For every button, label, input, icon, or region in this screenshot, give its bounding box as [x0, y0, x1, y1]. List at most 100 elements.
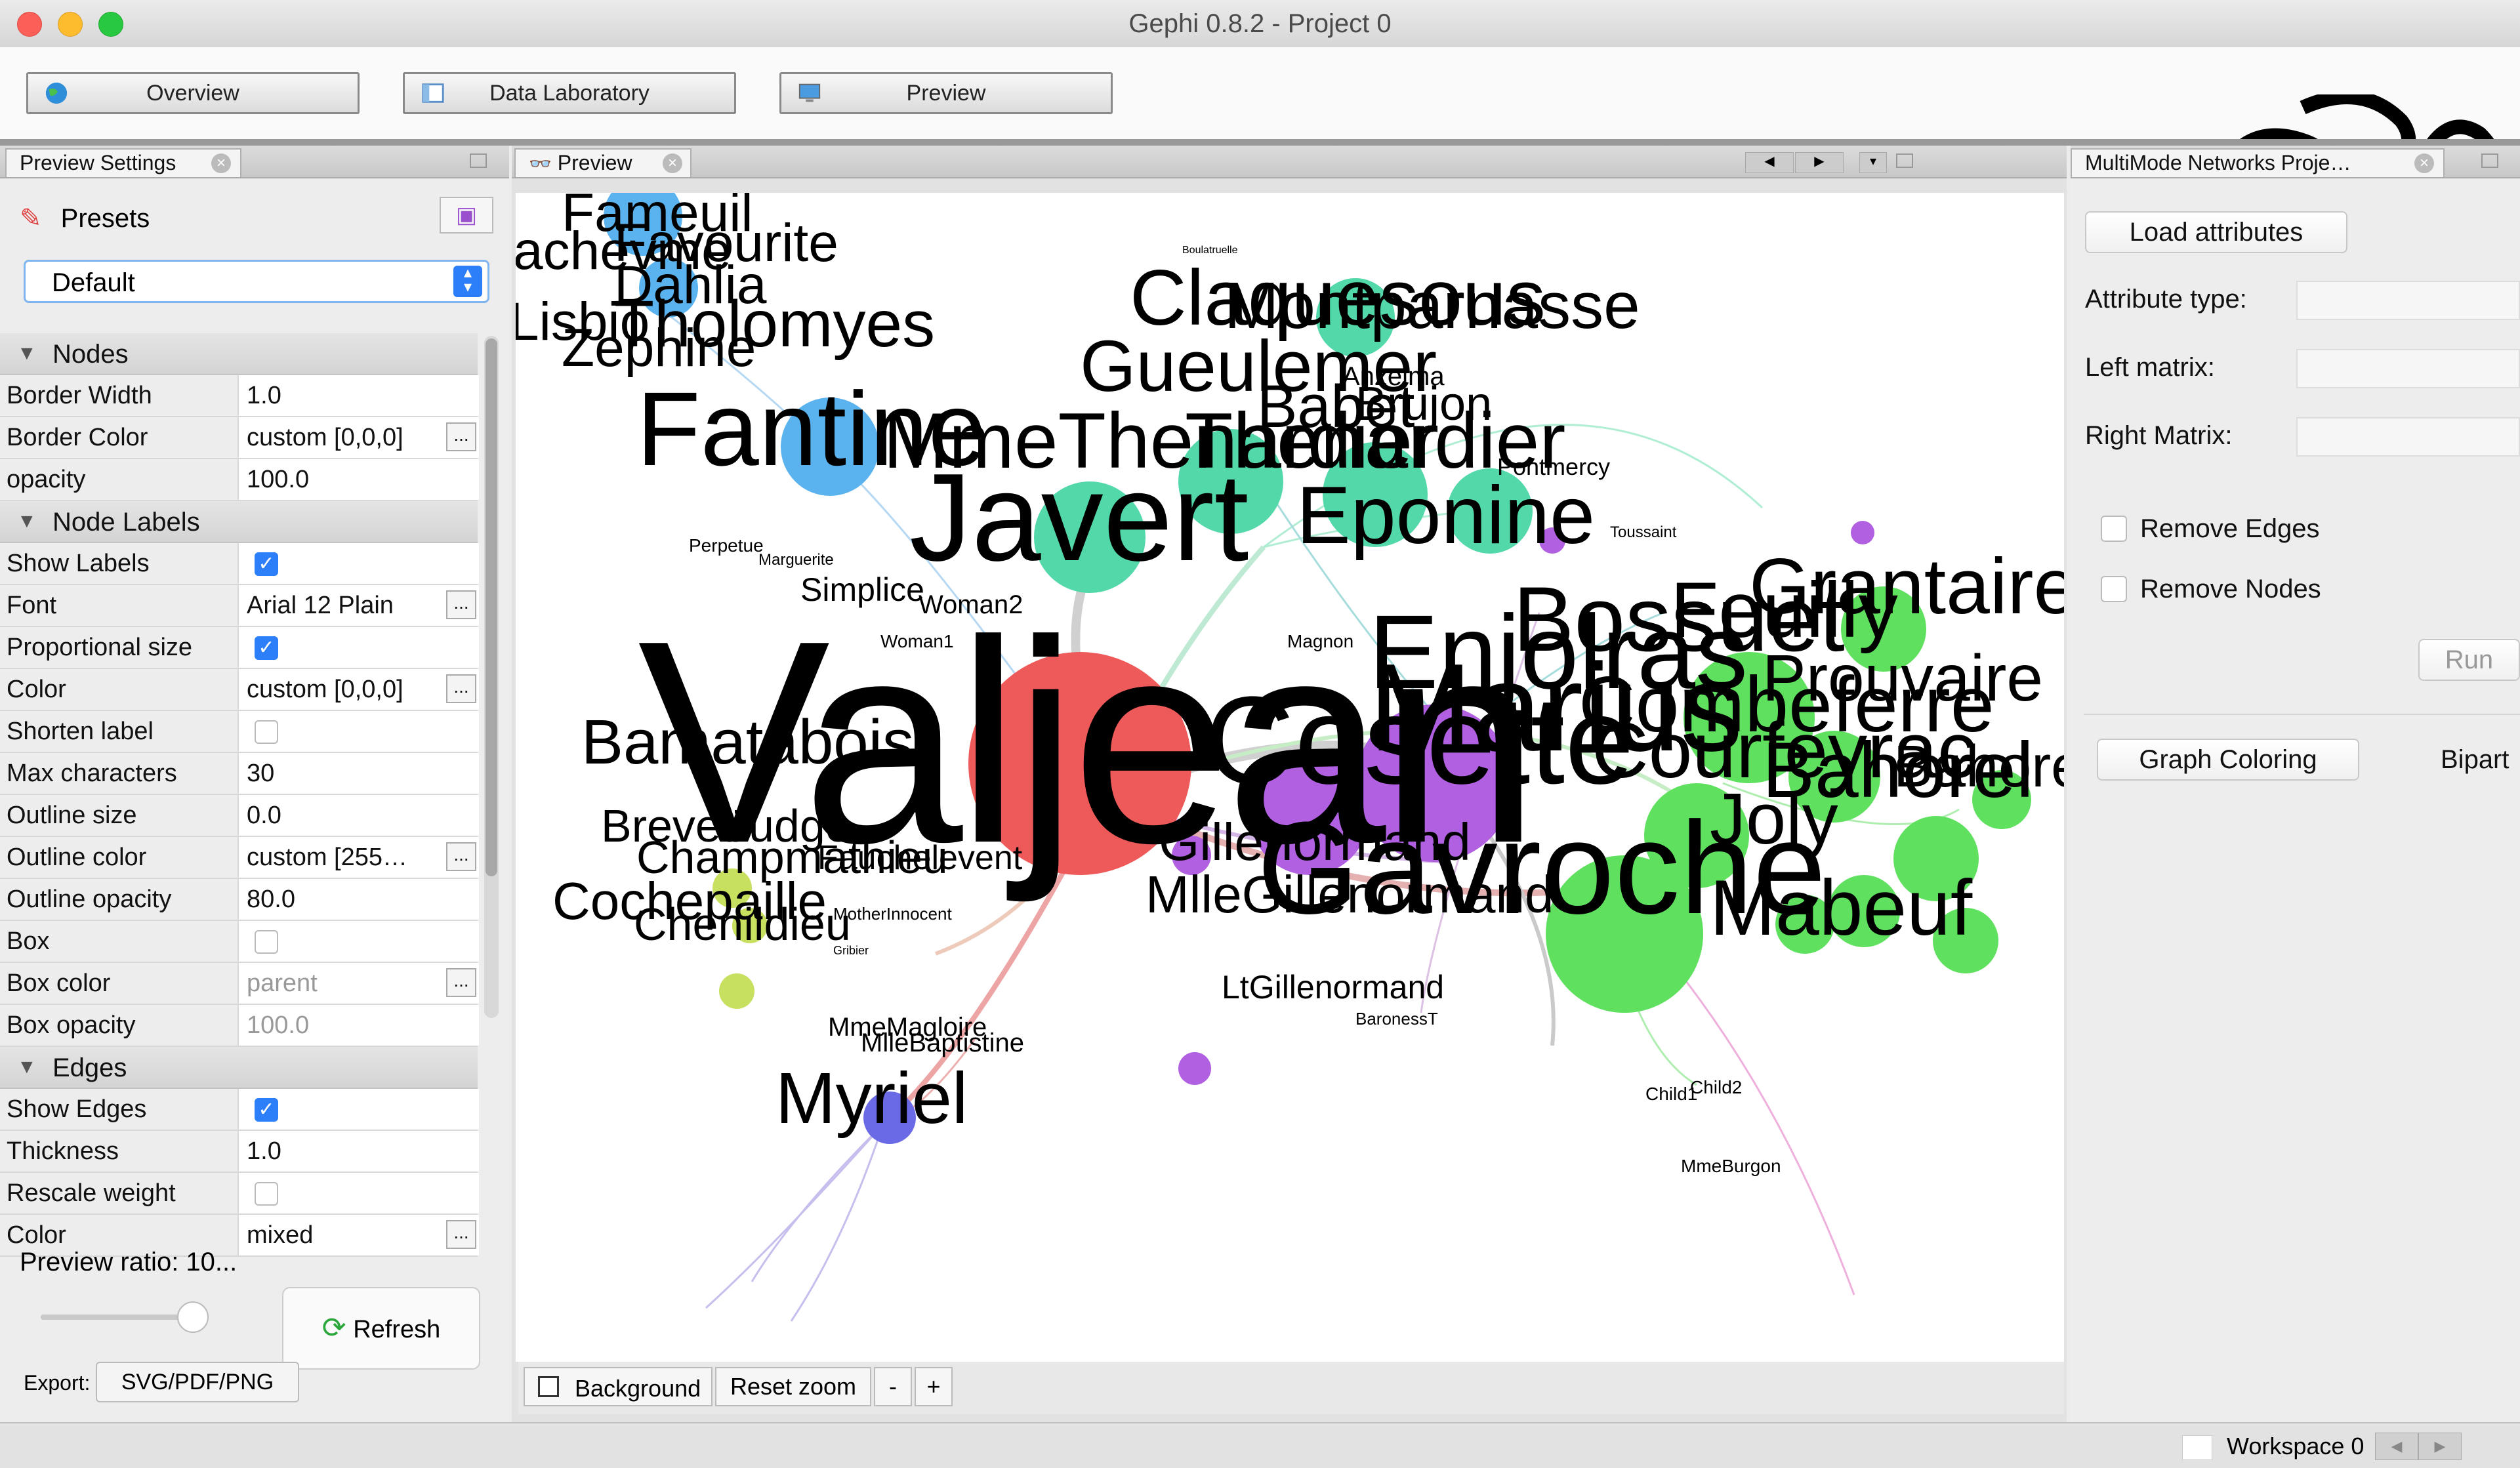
edge-color-ellipsis-button[interactable]: ... [446, 1220, 476, 1249]
graph-label: Gillenormand [1159, 813, 1471, 871]
rescale-weight-checkbox[interactable] [255, 1182, 278, 1206]
bipart-button[interactable]: Bipart [2441, 745, 2510, 775]
preview-ratio-slider[interactable] [41, 1315, 198, 1320]
save-preset-button[interactable]: ▣ [440, 197, 493, 234]
graph-node[interactable] [719, 973, 754, 1009]
reset-zoom-button[interactable]: Reset zoom [715, 1367, 871, 1406]
graph-label: Zephine [562, 318, 756, 378]
max-characters-value: 30 [247, 760, 275, 787]
preview-button[interactable]: Preview [779, 72, 1113, 114]
outline-color-label: Outline color [7, 844, 147, 871]
box-checkbox[interactable] [255, 930, 278, 954]
collapse-arrow-icon: ▼ [17, 510, 37, 532]
scrollbar-thumb[interactable] [485, 338, 497, 876]
presets-header: ✎ Presets [20, 203, 150, 234]
overview-button[interactable]: Overview [26, 72, 360, 114]
close-tab-icon[interactable]: × [211, 153, 231, 173]
left-matrix-dropdown[interactable] [2296, 349, 2520, 388]
run-button[interactable]: Run [2418, 639, 2520, 681]
graph-node[interactable] [1178, 1052, 1211, 1085]
right-matrix-dropdown[interactable] [2296, 417, 2520, 457]
tab-multimode-label: MultiMode Networks Proje… [2085, 151, 2351, 174]
overview-label: Overview [146, 80, 239, 106]
graph-label: Bamatabois [581, 707, 914, 777]
refresh-button[interactable]: ⟳ Refresh [282, 1287, 480, 1370]
show-edges-checkbox[interactable]: ✓ [255, 1098, 278, 1122]
font-ellipsis-button[interactable]: ... [446, 590, 476, 619]
graph-label: Perpetue [689, 535, 764, 556]
divider [2084, 714, 2520, 715]
shorten-label-checkbox[interactable] [255, 720, 278, 744]
border-color-ellipsis-button[interactable]: ... [446, 422, 476, 451]
refresh-icon: ⟳ [321, 1312, 346, 1344]
section-edges-label: Edges [52, 1053, 127, 1082]
graph-label: Marguerite [758, 551, 834, 569]
scroll-right-button[interactable]: ▶ [1795, 152, 1844, 173]
tab-list-dropdown[interactable]: ▾ [1859, 152, 1887, 173]
attribute-type-dropdown[interactable] [2296, 281, 2520, 320]
row-border-width: Border Width 1.0 [0, 375, 479, 417]
graph-label: BaronessT [1355, 1009, 1438, 1029]
close-tab-icon[interactable]: × [663, 153, 682, 173]
remove-nodes-label: Remove Nodes [2140, 575, 2321, 603]
color-ellipsis-button[interactable]: ... [446, 674, 476, 703]
row-outline-size: Outline size 0.0 [0, 795, 479, 837]
border-color-label: Border Color [7, 424, 148, 451]
proportional-size-checkbox[interactable]: ✓ [255, 636, 278, 660]
minimize-panel-icon[interactable] [470, 153, 487, 168]
graph-label: Eponine [1296, 470, 1596, 561]
opacity-value: 100.0 [247, 466, 310, 493]
row-color: Color... custom [0,0,0] [0, 669, 479, 711]
box-opacity-label: Box opacity [7, 1011, 136, 1039]
tab-preview-settings[interactable]: Preview Settings × [5, 148, 241, 177]
box-color-ellipsis-button[interactable]: ... [446, 968, 476, 997]
data-laboratory-label: Data Laboratory [489, 80, 650, 106]
slider-thumb[interactable] [177, 1301, 209, 1333]
data-laboratory-button[interactable]: Data Laboratory [403, 72, 736, 114]
border-color-value: custom [0,0,0] [247, 424, 403, 451]
graph-label: Anzelma [1342, 362, 1445, 391]
background-toggle[interactable]: Background [524, 1367, 713, 1406]
graph-preview-canvas[interactable]: Fameuil Favourite achevme Dahlia Tholomy… [516, 193, 2064, 1362]
section-edges[interactable]: ▼ Edges [0, 1047, 478, 1089]
preview-tabbar: 👓 Preview × ◀ ▶ ▾ [512, 146, 2067, 178]
graph-label: Fauchelevent [817, 839, 1023, 877]
remove-nodes-checkbox[interactable] [2101, 576, 2127, 602]
background-checkbox[interactable] [538, 1376, 559, 1397]
proportional-size-label: Proportional size [7, 634, 193, 661]
maximize-panel-icon[interactable] [1896, 153, 1913, 168]
show-labels-checkbox[interactable]: ✓ [255, 552, 278, 576]
workspace-label[interactable]: Workspace 0 [2227, 1433, 2364, 1460]
workspace-next-button[interactable]: ▶ [2418, 1433, 2462, 1460]
graph-label: Myriel [775, 1058, 968, 1139]
border-width-label: Border Width [7, 382, 152, 409]
graph-label: MmeBurgon [1681, 1156, 1781, 1176]
row-box-color: Box color... parent [0, 963, 479, 1005]
section-nodes[interactable]: ▼ Nodes [0, 333, 478, 375]
scroll-left-button[interactable]: ◀ [1745, 152, 1794, 173]
section-node-labels[interactable]: ▼ Node Labels [0, 501, 478, 543]
workspace-prev-button[interactable]: ◀ [2375, 1433, 2418, 1460]
preview-settings-panel: Preview Settings × ✎ Presets ▣ Default ▴… [0, 146, 509, 1422]
collapse-arrow-icon: ▼ [17, 342, 37, 364]
export-svg-pdf-png-button[interactable]: SVG/PDF/PNG [96, 1362, 299, 1402]
close-tab-icon[interactable]: × [2414, 153, 2434, 173]
thickness-label: Thickness [7, 1137, 119, 1165]
presets-label: Presets [60, 204, 150, 233]
minimize-panel-icon[interactable] [2481, 153, 2498, 168]
shorten-label-label: Shorten label [7, 718, 154, 745]
zoom-out-button[interactable]: - [874, 1367, 912, 1406]
property-scrollbar[interactable] [484, 336, 499, 1018]
load-attributes-button[interactable]: Load attributes [2085, 211, 2347, 253]
graph-node[interactable] [1851, 521, 1874, 544]
preset-dropdown[interactable]: Default ▴ ▾ [24, 260, 489, 303]
graph-coloring-button[interactable]: Graph Coloring [2097, 739, 2359, 781]
export-label: Export: [24, 1371, 91, 1395]
tab-multimode-networks[interactable]: MultiMode Networks Proje… × [2071, 148, 2445, 177]
outline-color-ellipsis-button[interactable]: ... [446, 842, 476, 871]
row-show-edges: Show Edges ✓ [0, 1089, 479, 1131]
zoom-in-button[interactable]: + [915, 1367, 953, 1406]
graph-label: Gribier [833, 944, 869, 957]
tab-preview[interactable]: 👓 Preview × [514, 148, 692, 177]
remove-edges-checkbox[interactable] [2101, 516, 2127, 542]
